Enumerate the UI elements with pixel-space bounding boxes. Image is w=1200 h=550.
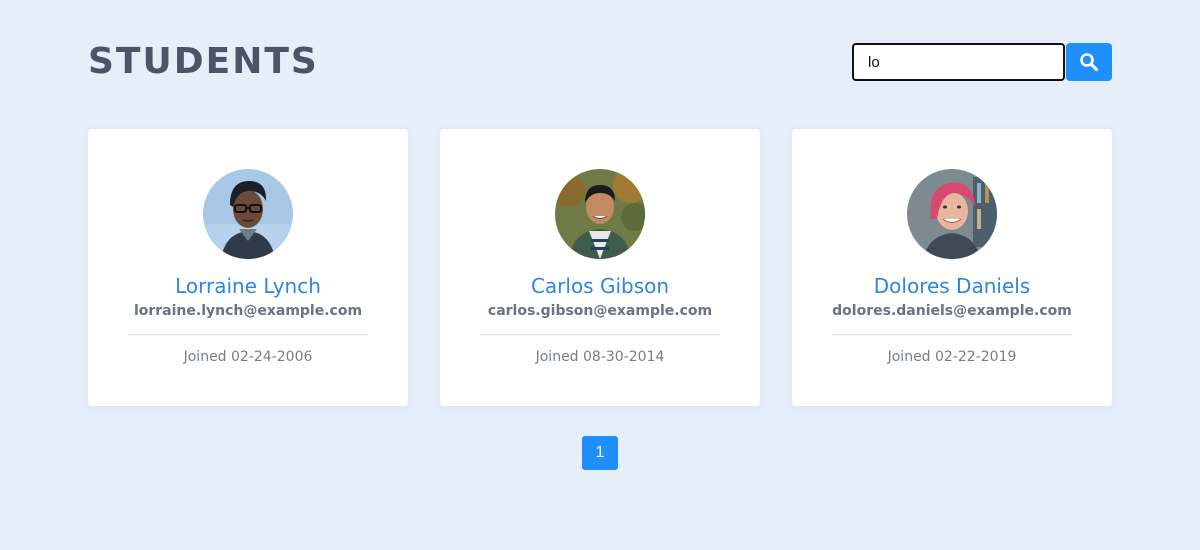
- student-email: lorraine.lynch@example.com: [133, 303, 363, 319]
- student-card: Carlos Gibson carlos.gibson@example.com …: [440, 129, 760, 406]
- student-card-list: Lorraine Lynch lorraine.lynch@example.co…: [88, 129, 1112, 406]
- joined-date: Joined 02-24-2006: [183, 349, 313, 365]
- card-divider: [480, 334, 720, 335]
- students-page: STUDENTS lo Lorraine Lynch lorraine.lync…: [0, 0, 1200, 550]
- student-name[interactable]: Dolores Daniels: [792, 273, 1112, 299]
- avatar: [555, 169, 645, 259]
- joined-date: Joined 08-30-2014: [535, 349, 665, 365]
- student-card: Dolores Daniels dolores.daniels@example.…: [792, 129, 1112, 406]
- student-email: carlos.gibson@example.com: [487, 303, 713, 319]
- avatar: [203, 169, 293, 259]
- student-email: dolores.daniels@example.com: [832, 303, 1072, 319]
- student-card: Lorraine Lynch lorraine.lynch@example.co…: [88, 129, 408, 406]
- search-bar: [852, 43, 1112, 81]
- header: STUDENTS: [88, 42, 1112, 82]
- student-name[interactable]: Carlos Gibson: [440, 273, 760, 299]
- card-divider: [128, 334, 368, 335]
- pagination: 1: [582, 436, 618, 470]
- search-icon: [1080, 53, 1099, 72]
- search-input[interactable]: [852, 43, 1065, 81]
- student-name[interactable]: Lorraine Lynch: [88, 273, 408, 299]
- page-title: STUDENTS: [88, 41, 319, 82]
- avatar: [907, 169, 997, 259]
- search-button[interactable]: [1066, 43, 1112, 81]
- joined-date: Joined 02-22-2019: [887, 349, 1017, 365]
- card-divider: [832, 334, 1072, 335]
- page-button-1[interactable]: 1: [582, 436, 618, 470]
